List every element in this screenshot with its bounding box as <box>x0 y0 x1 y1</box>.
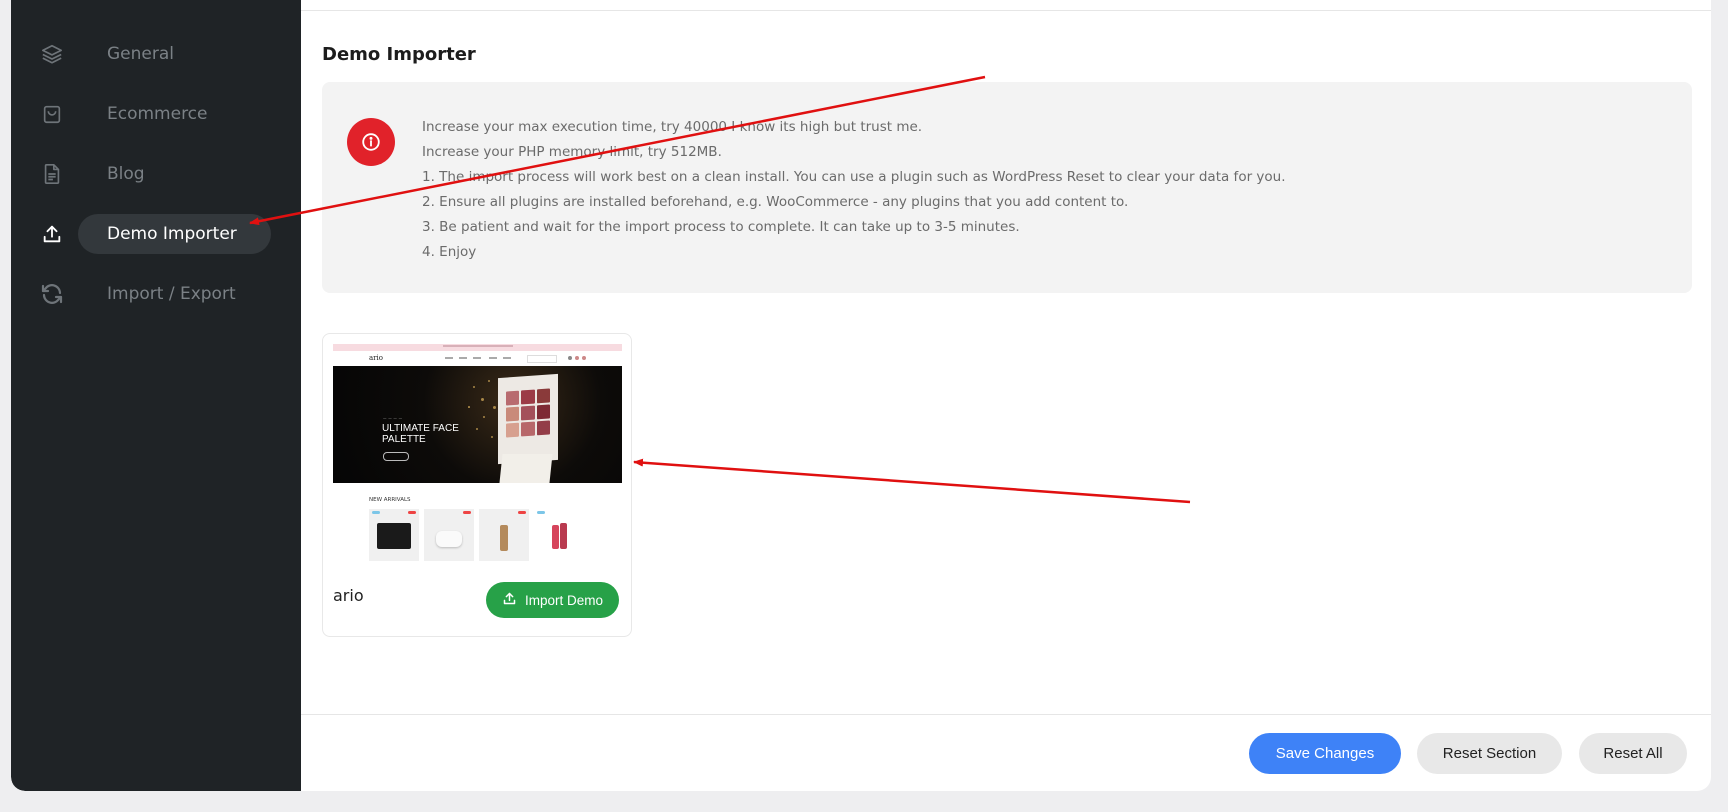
info-icon <box>347 118 395 166</box>
sidebar-item-label: Demo Importer <box>107 224 237 244</box>
notice-line: Increase your max execution time, try 40… <box>422 119 923 135</box>
layers-icon <box>40 42 64 66</box>
reset-section-button[interactable]: Reset Section <box>1417 733 1562 774</box>
sidebar-item-label: General <box>107 44 174 64</box>
import-demo-button[interactable]: Import Demo <box>486 582 619 618</box>
notice-line: 2. Ensure all plugins are installed befo… <box>422 194 1129 210</box>
sidebar-item-general[interactable]: General <box>11 34 301 74</box>
notice-line: 3. Be patient and wait for the import pr… <box>422 219 1020 235</box>
document-icon <box>40 162 64 186</box>
upload-icon <box>40 222 64 246</box>
settings-panel: General Ecommerce Blog Demo Importer Imp… <box>11 0 1711 791</box>
sidebar-item-blog[interactable]: Blog <box>11 154 301 194</box>
preview-section-title: NEW ARRIVALS <box>369 497 411 503</box>
reset-all-button[interactable]: Reset All <box>1579 733 1687 774</box>
refresh-icon <box>40 282 64 306</box>
preview-palette <box>498 373 558 465</box>
page-title: Demo Importer <box>322 44 476 65</box>
sidebar: General Ecommerce Blog Demo Importer Imp… <box>11 0 301 791</box>
preview-promo-bar <box>333 344 622 351</box>
upload-icon <box>502 591 517 609</box>
top-divider <box>301 10 1711 11</box>
demo-name: ario <box>333 586 364 605</box>
preview-brand: ario <box>369 354 383 362</box>
sidebar-item-label: Import / Export <box>107 284 236 304</box>
demo-preview-image[interactable]: ario — — — — ULTIMATE FACE PALETTE NEW A… <box>333 344 622 564</box>
sidebar-item-label: Blog <box>107 164 145 184</box>
preview-hero: — — — — ULTIMATE FACE PALETTE <box>333 366 622 483</box>
preview-hero-title: ULTIMATE FACE PALETTE <box>382 423 459 445</box>
preview-header: ario <box>333 351 622 366</box>
sidebar-item-ecommerce[interactable]: Ecommerce <box>11 94 301 134</box>
sidebar-item-demo-importer[interactable]: Demo Importer <box>11 214 301 254</box>
save-changes-button[interactable]: Save Changes <box>1249 733 1401 774</box>
sidebar-item-label: Ecommerce <box>107 104 208 124</box>
notice-line: 1. The import process will work best on … <box>422 169 1286 185</box>
notice-line: 4. Enjoy <box>422 244 477 260</box>
demo-card: ario — — — — ULTIMATE FACE PALETTE NEW A… <box>322 333 632 637</box>
notice-box: Increase your max execution time, try 40… <box>322 82 1692 293</box>
notice-line: Increase your PHP memory limit, try 512M… <box>422 144 722 160</box>
shopping-bag-icon <box>40 102 64 126</box>
notice-list: Increase your max execution time, try 40… <box>422 116 1286 266</box>
sidebar-item-import-export[interactable]: Import / Export <box>11 274 301 314</box>
import-demo-label: Import Demo <box>524 592 604 608</box>
footer-divider <box>301 714 1711 715</box>
